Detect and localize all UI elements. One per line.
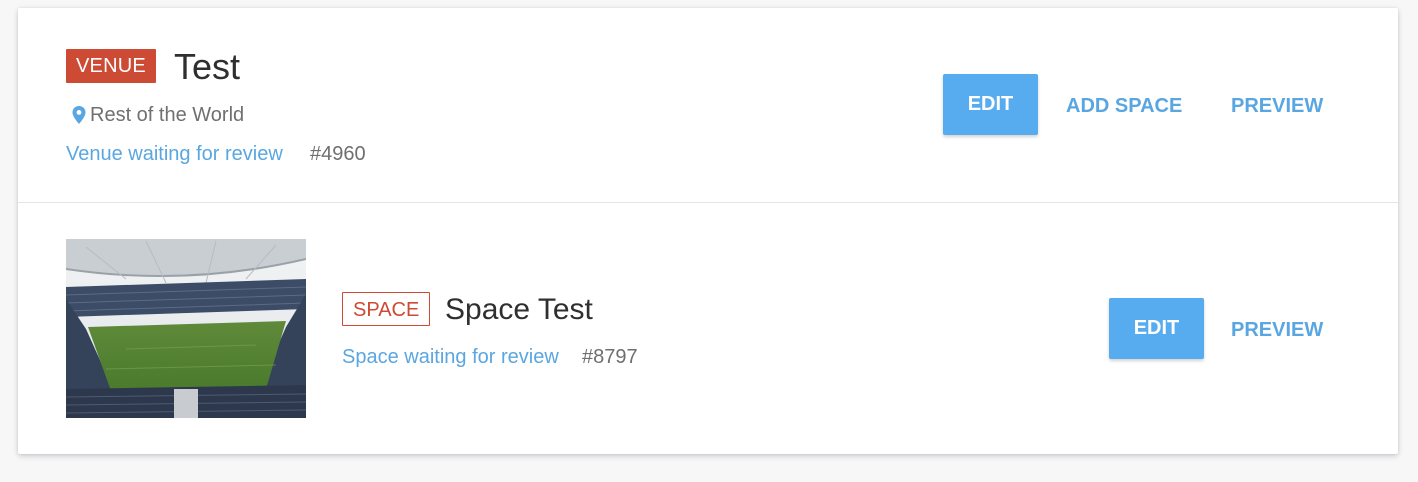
space-status-link[interactable]: Space waiting for review [342, 345, 559, 369]
add-space-button[interactable]: ADD SPACE [1066, 94, 1182, 118]
space-id: #8797 [582, 346, 638, 368]
map-pin-icon [72, 106, 86, 124]
space-thumbnail[interactable] [66, 239, 306, 418]
venue-location: Rest of the World [72, 103, 244, 127]
space-title: Space Test [445, 293, 593, 326]
stadium-image [66, 239, 306, 418]
venue-status-link[interactable]: Venue waiting for review [66, 142, 283, 166]
venue-edit-button[interactable]: EDIT [943, 74, 1038, 135]
venue-id: #4960 [310, 143, 366, 165]
listing-card: VENUE Test Rest of the World Venue waiti… [18, 8, 1398, 454]
section-divider [18, 202, 1398, 203]
space-preview-button[interactable]: PREVIEW [1231, 318, 1323, 342]
venue-badge: VENUE [66, 49, 156, 83]
venue-preview-button[interactable]: PREVIEW [1231, 94, 1323, 118]
venue-title: Test [174, 46, 241, 87]
space-edit-button[interactable]: EDIT [1109, 298, 1204, 359]
space-badge: SPACE [342, 292, 431, 326]
venue-location-text: Rest of the World [90, 104, 245, 126]
